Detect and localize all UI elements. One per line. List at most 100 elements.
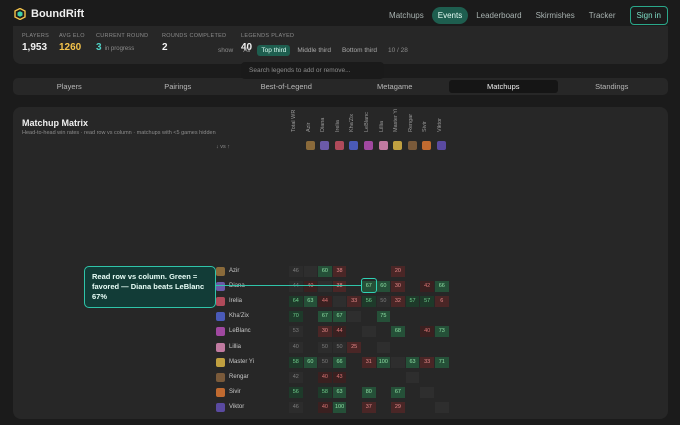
matrix-cell[interactable] (406, 342, 420, 353)
matrix-cell[interactable] (318, 281, 332, 293)
matrix-cell[interactable] (332, 296, 347, 308)
matrix-cell[interactable] (391, 372, 405, 383)
column-header[interactable]: LeBlanc (364, 97, 372, 132)
matrix-cell[interactable]: 58 (318, 386, 332, 398)
matrix-cell[interactable]: 64 (289, 296, 303, 308)
column-header[interactable]: Azir (306, 97, 314, 132)
matrix-cell[interactable]: 73 (435, 326, 449, 338)
matrix-cell[interactable]: 40 (318, 401, 332, 413)
row-legend-name[interactable]: Lillia (229, 344, 241, 350)
matrix-cell[interactable]: 42 (289, 371, 303, 383)
matrix-cell[interactable] (406, 311, 420, 322)
matrix-cell[interactable]: 50 (332, 341, 347, 353)
matrix-cell[interactable] (347, 372, 361, 383)
matrix-cell[interactable]: 42 (420, 281, 434, 293)
column-header[interactable]: Kha'Zix (349, 97, 357, 132)
matrix-cell[interactable]: 57 (420, 296, 434, 308)
matrix-cell[interactable]: 32 (391, 296, 405, 308)
matrix-cell[interactable]: 100 (332, 401, 347, 413)
matrix-cell[interactable] (420, 266, 434, 277)
matrix-cell[interactable]: 66 (435, 281, 449, 293)
matrix-cell[interactable]: 38 (332, 266, 347, 277)
matrix-cell[interactable]: 6 (435, 296, 449, 308)
matrix-cell[interactable]: 56 (362, 296, 376, 308)
matrix-cell[interactable]: 75 (376, 311, 391, 323)
row-legend-name[interactable]: Sivir (229, 389, 241, 395)
row-legend-name[interactable]: LeBlanc (229, 328, 251, 334)
sort-toggle[interactable]: ↓ vs ↑ (216, 144, 230, 150)
matrix-cell[interactable]: 20 (391, 266, 405, 277)
tab-best-of-legend[interactable]: Best-of-Legend (232, 80, 341, 93)
matrix-cell[interactable] (420, 372, 434, 383)
matrix-cell[interactable]: 31 (362, 356, 376, 368)
column-header[interactable]: Viktor (437, 97, 445, 132)
row-legend-name[interactable]: Viktor (229, 404, 244, 410)
matrix-cell[interactable]: 67 (391, 386, 405, 398)
matrix-cell[interactable]: 30 (318, 326, 332, 338)
matrix-cell[interactable] (347, 326, 361, 337)
matrix-cell[interactable] (420, 386, 434, 398)
matrix-cell[interactable]: 60 (376, 281, 391, 293)
row-legend-name[interactable]: Kha'Zix (229, 313, 249, 319)
column-header[interactable]: Diana (320, 97, 328, 132)
legend-search-input[interactable] (241, 62, 384, 79)
matrix-cell[interactable]: 63 (405, 356, 420, 368)
matrix-cell[interactable]: 40 (303, 281, 318, 293)
row-legend-name[interactable]: Master Yi (229, 359, 254, 365)
matrix-cell[interactable] (420, 311, 434, 322)
matrix-cell[interactable]: 33 (347, 296, 361, 308)
matrix-cell[interactable] (377, 326, 391, 337)
tab-standings[interactable]: Standings (558, 80, 667, 93)
matrix-cell[interactable] (347, 311, 361, 323)
matrix-cell[interactable] (304, 311, 318, 322)
matrix-cell[interactable] (406, 266, 420, 277)
column-header[interactable]: Rengar (408, 97, 416, 132)
matrix-cell[interactable] (376, 341, 391, 353)
matrix-cell[interactable]: 60 (303, 356, 318, 368)
matrix-cell[interactable] (362, 326, 376, 338)
column-header[interactable]: Total WR (291, 97, 299, 132)
matrix-cell[interactable] (377, 266, 391, 277)
matrix-cell[interactable]: 57 (405, 296, 420, 308)
matrix-cell[interactable]: 37 (362, 401, 376, 413)
matrix-cell[interactable] (406, 326, 420, 337)
matrix-cell[interactable] (391, 356, 405, 368)
column-header[interactable]: Lillia (379, 97, 387, 132)
matrix-cell[interactable] (304, 402, 318, 413)
matrix-cell[interactable] (304, 387, 318, 398)
filter-middle-third[interactable]: Middle third (293, 45, 335, 56)
matrix-cell[interactable]: 58 (289, 356, 303, 368)
matrix-cell[interactable]: 29 (391, 401, 405, 413)
matrix-cell[interactable] (362, 311, 376, 322)
matrix-cell[interactable] (406, 387, 420, 398)
matrix-cell[interactable]: 63 (332, 386, 347, 398)
matrix-cell[interactable] (347, 402, 361, 413)
nav-leaderboard[interactable]: Leaderboard (470, 7, 527, 24)
sign-in-button[interactable]: Sign in (629, 5, 668, 25)
matrix-cell[interactable] (435, 372, 449, 383)
matrix-cell[interactable]: 71 (435, 356, 449, 368)
matrix-cell[interactable]: 46 (289, 401, 303, 413)
matrix-cell[interactable]: 30 (391, 281, 405, 293)
matrix-cell[interactable]: 53 (289, 326, 303, 338)
matrix-cell[interactable]: 67 (332, 311, 347, 323)
matrix-cell[interactable] (347, 357, 361, 368)
tab-players[interactable]: Players (15, 80, 124, 93)
matrix-cell[interactable]: 33 (420, 356, 434, 368)
matrix-cell[interactable] (391, 311, 405, 322)
matrix-cell[interactable]: 44 (332, 326, 347, 338)
matrix-cell[interactable]: 50 (318, 356, 332, 368)
nav-skirmishes[interactable]: Skirmishes (530, 7, 581, 24)
matrix-cell[interactable] (435, 342, 449, 353)
matrix-cell[interactable] (362, 342, 376, 353)
tab-metagame[interactable]: Metagame (341, 80, 450, 93)
nav-matchups[interactable]: Matchups (383, 7, 430, 24)
matrix-cell[interactable] (420, 342, 434, 353)
matrix-cell[interactable] (377, 402, 391, 413)
filter-bottom-third[interactable]: Bottom third (338, 45, 381, 56)
matrix-cell[interactable] (377, 372, 391, 383)
matrix-cell[interactable]: 68 (391, 326, 405, 338)
matrix-cell[interactable]: 43 (332, 371, 347, 383)
matrix-cell[interactable] (362, 266, 376, 277)
row-legend-name[interactable]: Azir (229, 268, 239, 274)
